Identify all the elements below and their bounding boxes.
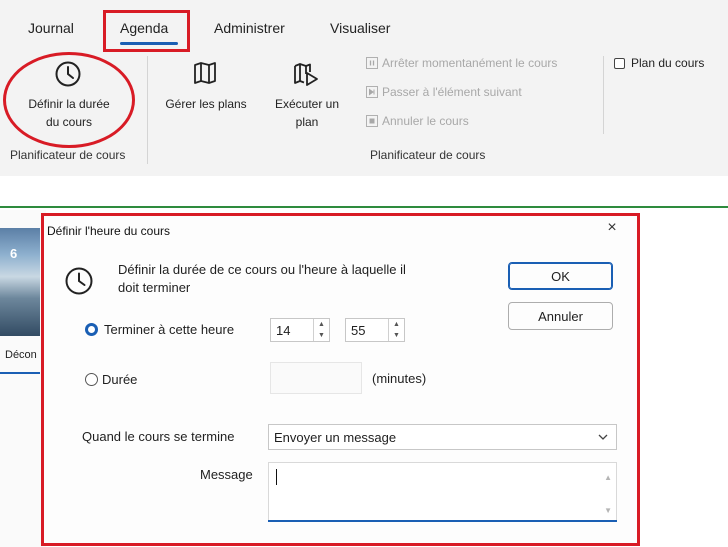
when-ends-select[interactable]: Envoyer un message xyxy=(268,424,617,450)
text-cursor xyxy=(276,469,277,485)
dialog-close-button[interactable]: × xyxy=(602,219,622,237)
hour-stepper[interactable]: 14 ▲ ▼ xyxy=(270,318,330,342)
manage-plans-button[interactable]: Gérer les plans xyxy=(156,58,256,128)
skip-label: Passer à l'élément suivant xyxy=(382,85,522,99)
message-focus-underline xyxy=(268,520,617,522)
duration-label: Durée xyxy=(102,372,138,387)
pause-course-label: Arrêter momentanément le cours xyxy=(382,56,558,70)
run-plan-button[interactable]: Exécuter un plan xyxy=(262,58,352,138)
duration-input[interactable] xyxy=(270,362,362,394)
run-plan-label-line2: plan xyxy=(295,115,319,129)
dialog-clock-icon xyxy=(65,267,93,295)
close-icon: × xyxy=(607,219,617,236)
tab-administrer[interactable]: Administrer xyxy=(214,20,285,36)
hour-down-icon[interactable]: ▼ xyxy=(314,330,329,341)
plan-checkbox-label: Plan du cours xyxy=(631,56,705,70)
background-thumbnail xyxy=(0,228,40,336)
hour-up-icon[interactable]: ▲ xyxy=(314,319,329,330)
thumbnail-caption: Décon xyxy=(5,349,37,361)
group-label-right: Planificateur de cours xyxy=(370,148,486,162)
thumbnail-number: 6 xyxy=(10,246,18,261)
minute-down-icon[interactable]: ▼ xyxy=(389,330,404,341)
tab-journal[interactable]: Journal xyxy=(28,20,74,36)
hour-spin-arrows[interactable]: ▲ ▼ xyxy=(313,319,329,341)
group-label-left: Planificateur de cours xyxy=(10,148,126,162)
cancel-course-item[interactable]: Annuler le cours xyxy=(366,114,469,128)
map-icon xyxy=(194,62,216,84)
dialog-title: Définir l'heure du cours xyxy=(47,224,171,238)
cancel-course-label: Annuler le cours xyxy=(382,114,469,128)
message-textarea[interactable]: ▲ ▼ xyxy=(268,462,617,522)
skip-item[interactable]: Passer à l'élément suivant xyxy=(366,85,522,99)
duration-radio[interactable] xyxy=(85,373,98,386)
plan-checkbox[interactable] xyxy=(614,57,625,69)
skip-icon xyxy=(366,86,378,98)
stop-icon xyxy=(366,115,378,127)
minute-up-icon[interactable]: ▲ xyxy=(389,319,404,330)
cancel-button[interactable]: Annuler xyxy=(508,302,613,330)
message-label: Message xyxy=(200,467,253,482)
tab-highlight-box xyxy=(103,10,190,52)
run-map-icon xyxy=(294,63,318,86)
ok-button[interactable]: OK xyxy=(508,262,613,290)
group-separator xyxy=(147,56,148,164)
ribbon-separator-right xyxy=(603,56,604,134)
manage-plans-label: Gérer les plans xyxy=(165,97,247,111)
end-time-radio[interactable] xyxy=(85,323,98,336)
pause-icon xyxy=(366,57,378,69)
hour-value: 14 xyxy=(276,322,291,338)
scroll-up-icon[interactable]: ▲ xyxy=(604,473,612,482)
dialog-description-line1: Définir la durée de ce cours ou l'heure … xyxy=(118,262,406,277)
run-plan-label-line1: Exécuter un xyxy=(274,97,340,111)
pause-course-item[interactable]: Arrêter momentanément le cours xyxy=(366,56,557,70)
end-time-label: Terminer à cette heure xyxy=(104,322,235,337)
chevron-down-icon xyxy=(598,434,608,440)
minute-spin-arrows[interactable]: ▲ ▼ xyxy=(388,319,404,341)
when-ends-value: Envoyer un message xyxy=(274,429,397,445)
dialog-description-line2: doit terminer xyxy=(118,280,191,295)
plan-checkbox-row[interactable]: Plan du cours xyxy=(614,56,704,70)
thumbnail-underline xyxy=(0,372,40,374)
minute-stepper[interactable]: 55 ▲ ▼ xyxy=(345,318,405,342)
minute-value: 55 xyxy=(351,322,366,338)
green-divider xyxy=(0,206,728,208)
tab-visualiser[interactable]: Visualiser xyxy=(330,20,390,36)
scroll-down-icon[interactable]: ▼ xyxy=(604,506,612,515)
when-ends-label: Quand le cours se termine xyxy=(82,429,235,444)
duration-unit: (minutes) xyxy=(372,371,427,386)
set-duration-highlight-ellipse xyxy=(3,52,135,148)
